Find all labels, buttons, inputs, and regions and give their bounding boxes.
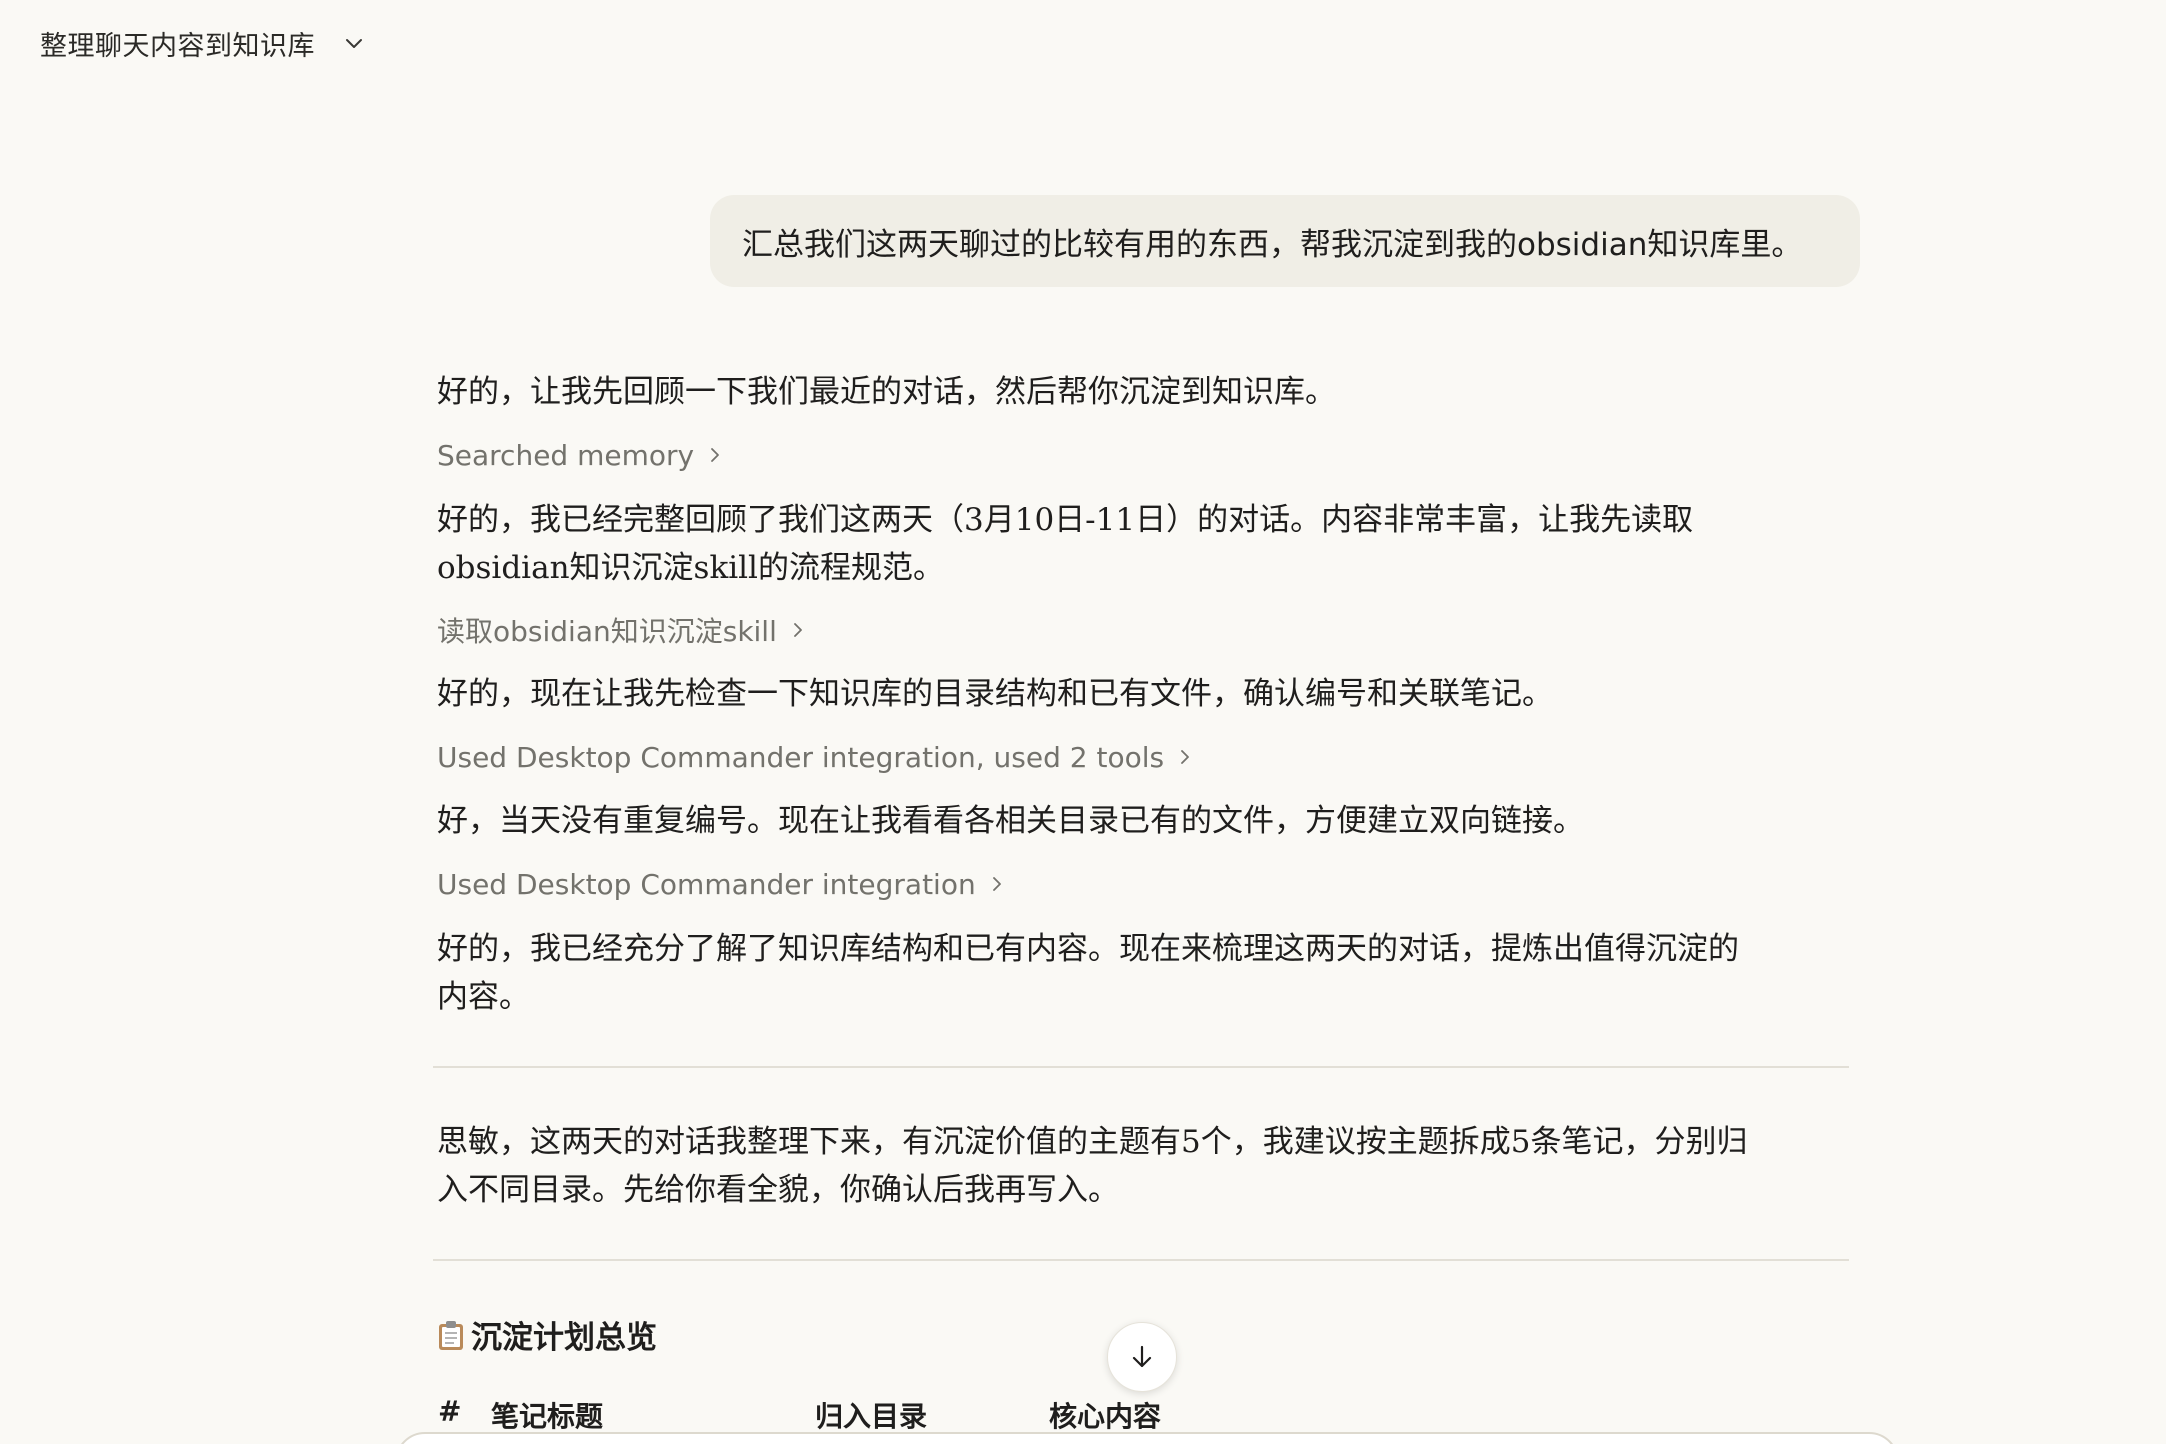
assistant-paragraph: 好的，让我先回顾一下我们最近的对话，然后帮你沉淀到知识库。 [437,374,1336,410]
chevron-right-icon [793,623,802,637]
chat-title: 整理聊天内容到知识库 [40,30,315,62]
tool-call-label: 读取obsidian知识沉淀skill [437,615,777,648]
section-heading: 沉淀计划总览 [437,1312,657,1357]
tool-call-label: Searched memory [437,438,695,472]
assistant-paragraph: 好的，现在让我先检查一下知识库的目录结构和已有文件，确认编号和关联笔记。 [437,676,1553,712]
section-heading-text: 沉淀计划总览 [471,1320,657,1356]
message-composer[interactable] [395,1432,1899,1444]
chevron-right-icon [711,448,719,462]
clipboard-icon [439,1320,463,1350]
paragraph-line: obsidian知识沉淀skill的流程规范。 [437,550,944,586]
tool-call-label: Used Desktop Commander integration, used… [437,740,1165,774]
assistant-paragraph: 好的，我已经充分了解了知识库结构和已有内容。现在来梳理这两天的对话，提炼出值得沉… [437,925,1797,1021]
user-message-bubble: 汇总我们这两天聊过的比较有用的东西，帮我沉淀到我的obsidian知识库里。 [710,195,1860,287]
chat-page: 整理聊天内容到知识库 汇总我们这两天聊过的比较有用的东西，帮我沉淀到我的obsi… [0,0,2166,1444]
tool-call-label: Used Desktop Commander integration [437,867,976,901]
top-bar: 整理聊天内容到知识库 [0,0,2166,86]
user-message-text: 汇总我们这两天聊过的比较有用的东西，帮我沉淀到我的obsidian知识库里。 [742,226,1803,263]
assistant-paragraph: 思敏，这两天的对话我整理下来，有沉淀价值的主题有5个，我建议按主题拆成5条笔记，… [437,1118,1797,1214]
paragraph-line: 入不同目录。先给你看全貌，你确认后我再写入。 [437,1172,1119,1208]
scroll-to-bottom-button[interactable] [1107,1322,1177,1392]
tool-call-searched-memory[interactable]: Searched memory [437,435,724,475]
chevron-down-icon [346,39,362,48]
tool-call-desktop-commander-2-tools[interactable]: Used Desktop Commander integration, used… [437,737,1194,777]
chat-title-menu[interactable]: 整理聊天内容到知识库 [26,20,379,66]
chevron-right-icon [992,877,1001,891]
paragraph-line: 好的，我已经充分了解了知识库结构和已有内容。现在来梳理这两天的对话，提炼出值得沉… [437,931,1739,967]
paragraph-line: 内容。 [437,979,530,1015]
assistant-paragraph: 好的，我已经完整回顾了我们这两天（3月10日-11日）的对话。内容非常丰富，让我… [437,496,1797,592]
divider [433,1066,1849,1068]
chevron-right-icon [1181,750,1189,764]
table-header-cell: 归入目录 [815,1400,928,1433]
assistant-paragraph: 好，当天没有重复编号。现在让我看看各相关目录已有的文件，方便建立双向链接。 [437,803,1584,839]
divider [433,1259,1849,1261]
paragraph-line: 思敏，这两天的对话我整理下来，有沉淀价值的主题有5个，我建议按主题拆成5条笔记，… [437,1124,1748,1160]
table-header-cell: # [438,1395,462,1428]
tool-call-desktop-commander[interactable]: Used Desktop Commander integration [437,864,1006,904]
table-header-cell: 核心内容 [1049,1400,1162,1433]
arrow-down-icon [1132,1345,1152,1368]
tool-call-read-skill[interactable]: 读取obsidian知识沉淀skill [437,610,807,650]
table-header-cell: 笔记标题 [491,1400,604,1433]
paragraph-line: 好的，我已经完整回顾了我们这两天（3月10日-11日）的对话。内容非常丰富，让我… [437,502,1694,538]
